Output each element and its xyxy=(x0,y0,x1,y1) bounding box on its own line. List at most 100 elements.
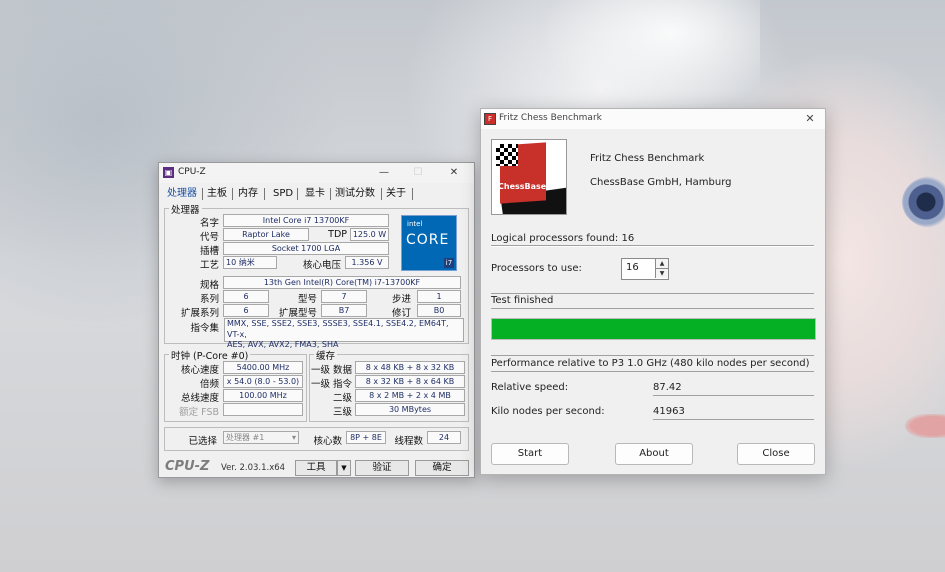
intel-core-i7-logo: intel CORE i7 xyxy=(401,215,457,271)
tab-bench[interactable]: 测试分数 xyxy=(335,187,375,201)
fritz-titlebar[interactable]: F Fritz Chess Benchmark ✕ xyxy=(481,109,825,129)
ext-family-label: 扩展系列 xyxy=(180,308,219,319)
chessbase-logo: ChessBase xyxy=(491,139,567,215)
tools-dropdown-icon[interactable]: ▼ xyxy=(337,460,351,476)
close-button[interactable]: Close xyxy=(737,443,815,465)
l2-label: 二级 xyxy=(332,393,352,404)
tab-spd[interactable]: SPD xyxy=(273,187,293,201)
processors-label: Processors to use: xyxy=(491,263,582,274)
maximize-button: ☐ xyxy=(413,167,423,178)
close-icon[interactable]: ✕ xyxy=(801,110,819,128)
version-label: Ver. 2.03.1.x64 xyxy=(221,463,286,473)
tab-about[interactable]: 关于 xyxy=(386,187,406,201)
bus-speed-label: 总线速度 xyxy=(180,393,219,404)
tdp-value: 125.0 W xyxy=(350,228,389,241)
name-value: Intel Core i7 13700KF xyxy=(223,214,389,227)
model-value: 7 xyxy=(321,290,367,303)
cpuz-titlebar[interactable]: ▣ CPU-Z — ☐ ✕ xyxy=(159,163,474,183)
start-button[interactable]: Start xyxy=(491,443,569,465)
close-button[interactable]: ✕ xyxy=(439,164,469,182)
l1-data-value: 8 x 48 KB + 8 x 32 KB xyxy=(355,361,465,374)
fritz-title: Fritz Chess Benchmark xyxy=(499,113,602,123)
tools-button[interactable]: 工具 xyxy=(295,460,337,476)
spec-label: 规格 xyxy=(199,280,219,291)
tdp-label: TDP xyxy=(328,229,347,240)
background-eye xyxy=(902,176,945,228)
core-speed-value: 5400.00 MHz xyxy=(223,361,303,374)
fritz-app-icon: F xyxy=(484,113,496,125)
threads-value: 24 xyxy=(427,431,461,444)
app-name: Fritz Chess Benchmark xyxy=(590,153,705,164)
tab-graphics[interactable]: 显卡 xyxy=(305,187,325,201)
processor-select[interactable]: 处理器 #1 ▾ xyxy=(223,431,299,444)
status-text: Test finished xyxy=(491,295,554,306)
performance-header: Performance relative to P3 1.0 GHz (480 … xyxy=(491,358,810,369)
tab-mainboard[interactable]: 主板 xyxy=(207,187,227,201)
spin-down-icon[interactable]: ▼ xyxy=(655,269,668,278)
background-lips xyxy=(905,414,945,438)
l2-value: 8 x 2 MB + 2 x 4 MB xyxy=(355,389,465,402)
benchmark-progress-bar xyxy=(491,318,816,340)
cpuz-logo: CPU-Z xyxy=(165,459,210,474)
voltage-label: 核心电压 xyxy=(302,260,341,271)
spec-value: 13th Gen Intel(R) Core(TM) i7-13700KF xyxy=(223,276,461,289)
multiplier-label: 倍频 xyxy=(199,379,219,390)
multiplier-value: x 54.0 (8.0 - 53.0) xyxy=(223,375,303,388)
codename-label: 代号 xyxy=(199,232,219,243)
cores-label: 核心数 xyxy=(313,436,342,447)
ext-family-value: 6 xyxy=(223,304,269,317)
processor-group-label: 处理器 xyxy=(169,202,202,216)
cpuz-bottom-bar: CPU-Z Ver. 2.03.1.x64 工具 ▼ 验证 确定 xyxy=(159,459,474,477)
relative-speed-label: Relative speed: xyxy=(491,382,569,393)
chevron-down-icon: ▾ xyxy=(291,433,296,442)
core-speed-label: 核心速度 xyxy=(180,365,219,376)
instructions-label: 指令集 xyxy=(190,323,219,334)
l1-data-label: 一级 数据 xyxy=(310,365,352,376)
background-feather xyxy=(540,0,760,110)
relative-speed-value: 87.42 xyxy=(653,382,682,393)
about-button[interactable]: About xyxy=(615,443,693,465)
codename-value: Raptor Lake xyxy=(223,228,309,241)
technology-value: 10 纳米 xyxy=(223,256,277,269)
model-label: 型号 xyxy=(297,294,317,305)
l1-inst-value: 8 x 32 KB + 8 x 64 KB xyxy=(355,375,465,388)
revision-label: 修订 xyxy=(391,308,411,319)
family-value: 6 xyxy=(223,290,269,303)
spin-up-icon[interactable]: ▲ xyxy=(655,259,668,269)
rated-fsb-value xyxy=(223,403,303,416)
revision-value: B0 xyxy=(417,304,461,317)
fritz-window: F Fritz Chess Benchmark ✕ ChessBase Frit… xyxy=(480,108,826,475)
minimize-button[interactable]: — xyxy=(369,164,399,182)
tab-processor[interactable]: 处理器 xyxy=(167,187,197,201)
threads-label: 线程数 xyxy=(394,436,423,447)
technology-label: 工艺 xyxy=(199,260,219,271)
company-name: ChessBase GmbH, Hamburg xyxy=(590,177,732,188)
l3-label: 三级 xyxy=(332,407,352,418)
cpuz-title: CPU-Z xyxy=(178,167,206,177)
ext-model-value: B7 xyxy=(321,304,367,317)
cpuz-app-icon: ▣ xyxy=(163,167,174,178)
validate-button[interactable]: 验证 xyxy=(355,460,409,476)
knps-label: Kilo nodes per second: xyxy=(491,406,605,417)
selection-label: 已选择 xyxy=(188,436,217,447)
voltage-value: 1.356 V xyxy=(345,256,389,269)
knps-value: 41963 xyxy=(653,406,685,417)
instructions-value: MMX, SSE, SSE2, SSE3, SSSE3, SSE4.1, SSE… xyxy=(224,318,464,349)
logical-processors-text: Logical processors found: 16 xyxy=(491,233,635,244)
stepping-label: 步进 xyxy=(391,294,411,305)
ok-button[interactable]: 确定 xyxy=(415,460,469,476)
tab-memory[interactable]: 内存 xyxy=(238,187,258,201)
family-label: 系列 xyxy=(199,294,219,305)
progress-fill xyxy=(492,319,815,339)
checkerboard-icon xyxy=(496,144,518,166)
cache-group-label: 缓存 xyxy=(314,348,338,362)
stepping-value: 1 xyxy=(417,290,461,303)
l3-value: 30 MBytes xyxy=(355,403,465,416)
package-label: 插槽 xyxy=(199,246,219,257)
cores-value: 8P + 8E xyxy=(346,431,386,444)
name-label: 名字 xyxy=(199,218,219,229)
cpuz-window: ▣ CPU-Z — ☐ ✕ 处理器 主板 内存 SPD 显卡 测试分数 关于 处… xyxy=(158,162,475,478)
l1-inst-label: 一级 指令 xyxy=(310,379,352,390)
processors-stepper[interactable]: 16 ▲ ▼ xyxy=(621,258,669,280)
clocks-group-label: 时钟 (P-Core #0) xyxy=(169,348,251,362)
